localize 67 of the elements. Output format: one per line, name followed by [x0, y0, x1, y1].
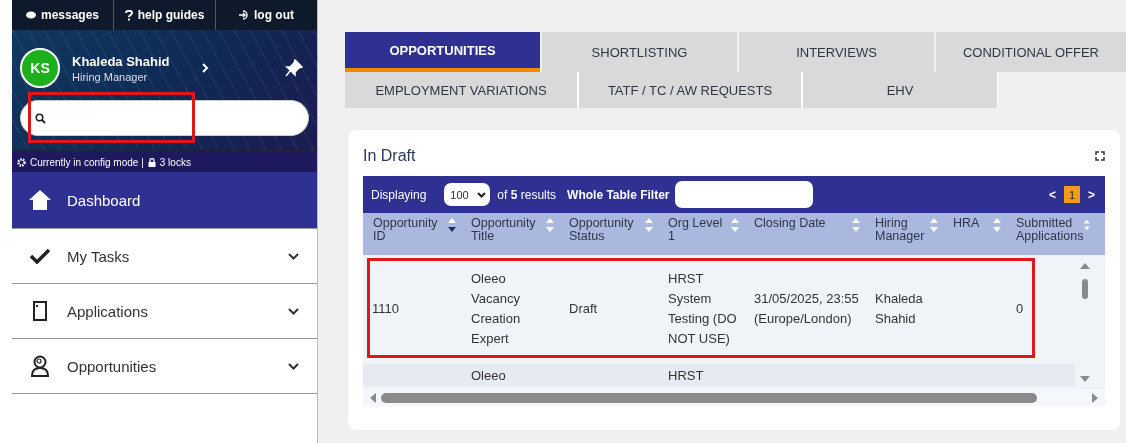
- search-field[interactable]: [20, 100, 309, 136]
- table-cell-text: 31/05/2025, 23:55 (Europe/London): [754, 290, 859, 328]
- tab[interactable]: INTERVIEWS: [739, 32, 934, 72]
- table-cell-text: HRST System Testing (DO NOT USE): [668, 270, 738, 348]
- column-header[interactable]: HRA: [953, 217, 992, 231]
- scroll-up-icon[interactable]: [1079, 261, 1091, 301]
- sort-icon[interactable]: [447, 217, 457, 233]
- top-bar-button[interactable]: log out: [216, 0, 317, 30]
- horizontal-scrollbar[interactable]: [363, 389, 1105, 406]
- chevron-down-icon[interactable]: [288, 362, 299, 370]
- tab[interactable]: TATF / TC / AW REQUESTS: [579, 72, 801, 108]
- config-mode-text: Currently in config mode |: [30, 156, 144, 168]
- page-size-select[interactable]: 100: [444, 183, 491, 206]
- top-bar-button[interactable]: help guides: [114, 0, 216, 30]
- filter-field[interactable]: [674, 181, 813, 208]
- table-cell-text: Khaleda Shahid: [875, 290, 924, 328]
- person-search-icon: [29, 355, 51, 377]
- column-header[interactable]: Opportunity Title: [471, 217, 545, 244]
- table-cell-text: Draft: [569, 300, 598, 318]
- scroll-right-icon[interactable]: [1091, 391, 1099, 404]
- results-count: of 5 results: [497, 187, 557, 202]
- user-role: Hiring Manager: [72, 70, 149, 83]
- top-bar-button[interactable]: messages: [12, 0, 114, 30]
- column-header[interactable]: Opportunity Status: [569, 217, 644, 244]
- filter-label: Whole Table Filter: [567, 187, 670, 202]
- tab[interactable]: SHORTLISTING: [542, 32, 737, 72]
- locks-count: 3 locks: [159, 156, 191, 168]
- table-cell-text: 1110: [372, 300, 399, 318]
- sidebar-item[interactable]: Dashboard: [12, 172, 317, 229]
- lock-icon: [147, 157, 156, 167]
- question-mark-icon: [124, 9, 133, 21]
- table-cell-text: HRST: [668, 367, 704, 385]
- column-header[interactable]: Hiring Manager: [875, 217, 929, 244]
- chevron-down-icon[interactable]: [288, 307, 299, 315]
- table-row[interactable]: Oleeo HRST: [363, 364, 1075, 386]
- column-header[interactable]: Org Level 1: [668, 217, 730, 244]
- scroll-down-icon[interactable]: [1079, 375, 1091, 383]
- column-header[interactable]: Closing Date: [754, 217, 851, 231]
- tab[interactable]: EMPLOYMENT VARIATIONS: [345, 72, 577, 108]
- displaying-label: Displaying: [371, 187, 427, 202]
- chevron-right-icon[interactable]: [202, 63, 209, 73]
- gear-icon: [17, 157, 26, 167]
- previous-page-button[interactable]: <: [1048, 187, 1056, 202]
- scroll-left-icon[interactable]: [369, 391, 377, 404]
- checkmark-icon: [30, 248, 50, 264]
- column-header[interactable]: Submitted Applications: [1016, 217, 1084, 244]
- logout-icon: [239, 10, 249, 20]
- chat-bubble-icon: [25, 11, 36, 19]
- search-icon: [35, 112, 46, 124]
- tab[interactable]: OPPORTUNITIES: [345, 32, 540, 72]
- user-name: Khaleda Shahid: [72, 53, 171, 69]
- tab[interactable]: CONDITIONAL OFFER: [936, 32, 1126, 72]
- card-title: In Draft: [363, 147, 416, 165]
- document-icon: [32, 301, 48, 321]
- chevron-down-icon[interactable]: [288, 252, 299, 260]
- tab[interactable]: EHV: [803, 72, 997, 108]
- column-header[interactable]: Opportunity ID: [373, 217, 447, 244]
- chevron-down-icon: [477, 191, 487, 198]
- table-cell-text: Oleeo Vacancy Creation Expert: [471, 270, 522, 348]
- page-number[interactable]: 1: [1064, 186, 1080, 203]
- avatar: KS: [20, 48, 60, 88]
- table-cell-text: 0: [1016, 300, 1024, 318]
- home-icon: [29, 189, 51, 211]
- next-page-button[interactable]: >: [1088, 187, 1095, 202]
- table-cell-text: Oleeo: [471, 367, 506, 385]
- pin-icon[interactable]: [285, 59, 303, 77]
- expand-icon[interactable]: [1095, 151, 1105, 161]
